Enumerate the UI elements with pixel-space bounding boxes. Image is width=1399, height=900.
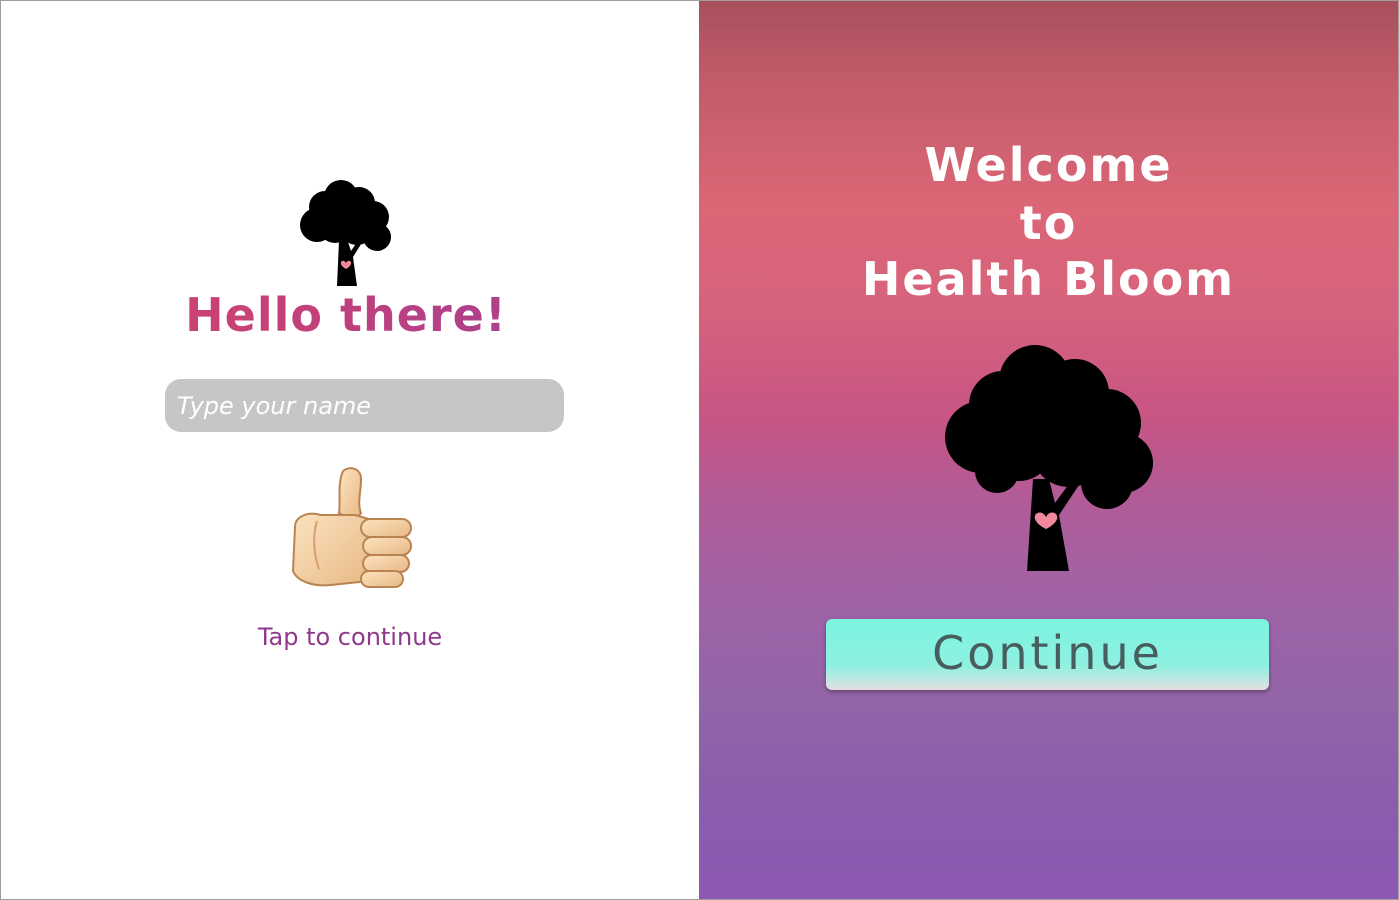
tree-logo-icon — [300, 180, 391, 286]
name-entry-screen: Hello there! Tap to continue — [1, 1, 699, 899]
continue-button[interactable]: Continue — [826, 619, 1269, 690]
app-window: Hello there! Tap to continue Welcome — [0, 0, 1399, 900]
thumbs-up-icon[interactable] — [285, 463, 415, 591]
welcome-screen: Welcome to Health Bloom Continue — [699, 1, 1398, 899]
tap-to-continue-link[interactable]: Tap to continue — [1, 623, 699, 651]
name-input[interactable] — [165, 379, 564, 432]
welcome-title-line2: to — [1019, 196, 1078, 250]
welcome-title-line1: Welcome — [924, 138, 1173, 192]
tree-logo-icon — [945, 345, 1153, 571]
app-name-title: Health Bloom — [861, 252, 1236, 306]
greeting-heading: Hello there! — [1, 287, 691, 343]
